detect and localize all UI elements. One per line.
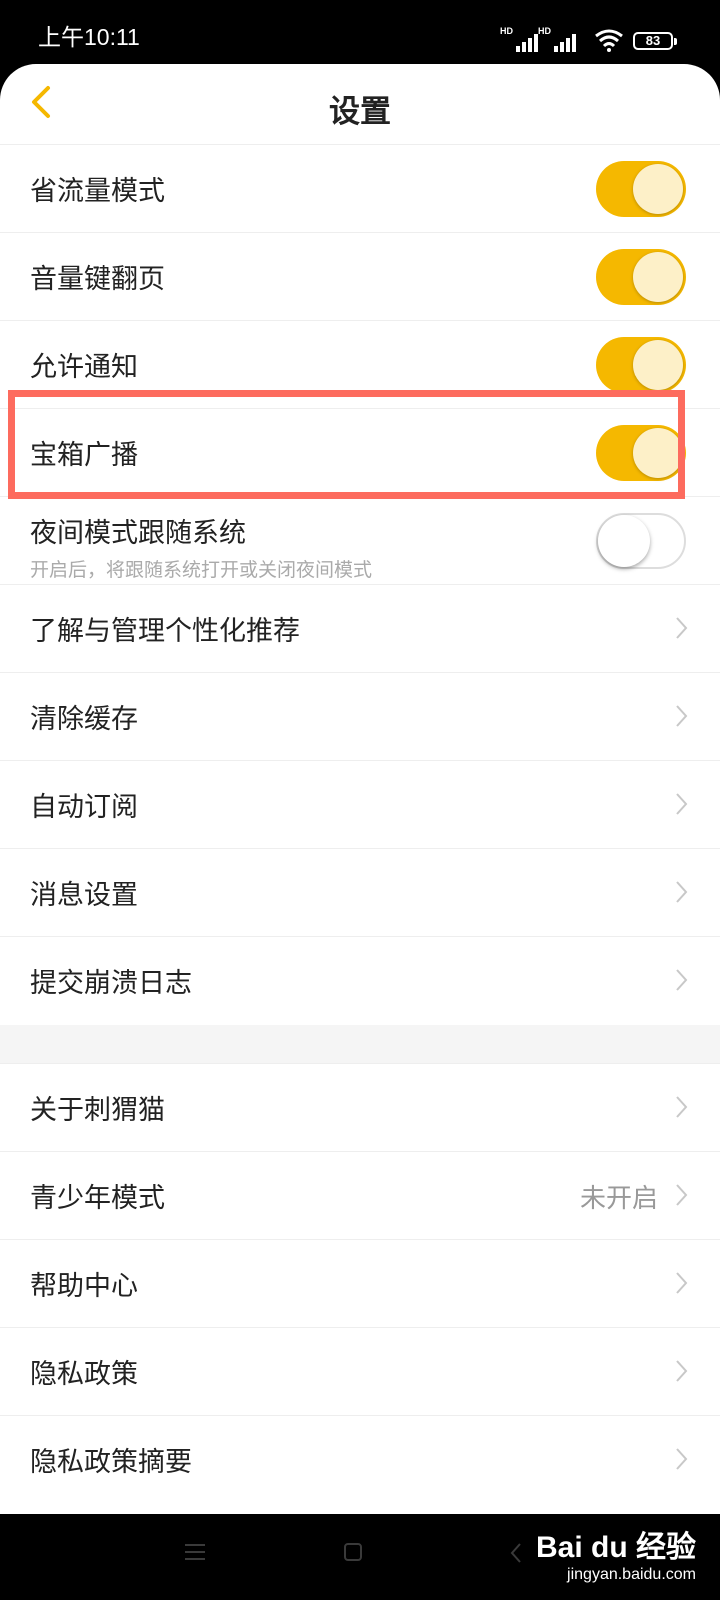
treasure-broadcast-toggle[interactable] <box>596 425 686 481</box>
chevron-right-icon <box>676 793 688 815</box>
menu-item-help-center[interactable]: 帮助中心 <box>0 1240 720 1328</box>
watermark-main: Bai du 经验 <box>535 1531 696 1564</box>
signal-icon-1: HD <box>500 26 540 52</box>
menu-label: 帮助中心 <box>30 1271 138 1302</box>
menu-icon[interactable] <box>184 1542 206 1562</box>
toggle-knob <box>633 164 683 214</box>
menu-label: 了解与管理个性化推荐 <box>30 616 300 647</box>
toggle-knob <box>633 252 683 302</box>
chevron-right-icon <box>676 1184 688 1206</box>
chevron-right-icon <box>676 969 688 991</box>
hd-label-1: HD <box>500 26 513 36</box>
clock: 上午10:11 <box>38 24 140 50</box>
teen-mode-status: 未开启 <box>579 1184 658 1214</box>
setting-row-treasure-broadcast: 宝箱广播 <box>0 409 720 497</box>
menu-label: 隐私政策摘要 <box>30 1447 192 1478</box>
night-mode-toggle[interactable] <box>596 513 686 569</box>
menu-item-clear-cache[interactable]: 清除缓存 <box>0 673 720 761</box>
menu-item-teen-mode[interactable]: 青少年模式 未开启 <box>0 1152 720 1240</box>
chevron-right-icon <box>676 705 688 727</box>
menu-label: 提交崩溃日志 <box>30 968 192 999</box>
menu-item-about[interactable]: 关于刺猬猫 <box>0 1064 720 1152</box>
chevron-right-icon <box>676 1360 688 1382</box>
toggle-knob <box>633 340 683 390</box>
chevron-right-icon <box>676 1096 688 1118</box>
setting-label: 音量键翻页 <box>30 264 165 295</box>
menu-label: 青少年模式 <box>30 1183 165 1214</box>
system-nav-bar: Bai du 经验 jingyan.baidu.com <box>0 1514 720 1600</box>
notifications-toggle[interactable] <box>596 337 686 393</box>
setting-row-volume-key: 音量键翻页 <box>0 233 720 321</box>
menu-label: 清除缓存 <box>30 704 138 735</box>
battery-icon: 83 <box>633 32 677 50</box>
battery-level: 83 <box>645 33 661 48</box>
menu-item-crash-log[interactable]: 提交崩溃日志 <box>0 937 720 1025</box>
menu-label: 消息设置 <box>30 880 138 911</box>
page-title: 设置 <box>329 94 391 130</box>
menu-item-privacy-policy[interactable]: 隐私政策 <box>0 1328 720 1416</box>
menu-item-auto-subscribe[interactable]: 自动订阅 <box>0 761 720 849</box>
setting-label: 夜间模式跟随系统 <box>30 518 246 549</box>
setting-sublabel: 开启后，将跟随系统打开或关闭夜间模式 <box>30 559 373 581</box>
chevron-right-icon <box>676 1272 688 1294</box>
header: 设置 <box>0 64 720 145</box>
menu-item-privacy-summary[interactable]: 隐私政策摘要 <box>0 1416 720 1504</box>
menu-label: 自动订阅 <box>30 792 138 823</box>
back-icon[interactable] <box>508 1542 524 1564</box>
chevron-right-icon <box>676 617 688 639</box>
chevron-right-icon <box>676 1448 688 1470</box>
setting-row-night-mode: 夜间模式跟随系统 开启后，将跟随系统打开或关闭夜间模式 <box>0 497 720 585</box>
setting-label: 省流量模式 <box>30 176 165 207</box>
signal-icon-2: HD <box>538 26 578 52</box>
setting-row-notifications: 允许通知 <box>0 321 720 409</box>
data-saving-toggle[interactable] <box>596 161 686 217</box>
status-bar: 上午10:11 HD HD 83 <box>0 0 720 64</box>
watermark-sub: jingyan.baidu.com <box>567 1566 696 1583</box>
setting-label: 宝箱广播 <box>30 440 138 471</box>
chevron-right-icon <box>676 881 688 903</box>
toggle-knob <box>598 515 650 567</box>
menu-label: 关于刺猬猫 <box>30 1095 165 1126</box>
section-divider <box>0 1025 720 1064</box>
menu-item-personalization[interactable]: 了解与管理个性化推荐 <box>0 585 720 673</box>
setting-label: 允许通知 <box>30 352 138 383</box>
setting-row-data-saving: 省流量模式 <box>0 145 720 233</box>
home-icon[interactable] <box>343 1542 363 1562</box>
toggle-knob <box>633 428 683 478</box>
settings-panel: 设置 省流量模式 音量键翻页 允许通知 宝箱广播 夜间模式跟随系统 开启后，将跟… <box>0 64 720 1514</box>
volume-key-toggle[interactable] <box>596 249 686 305</box>
wifi-icon <box>595 29 623 52</box>
hd-label-2: HD <box>538 26 551 36</box>
baidu-watermark: Bai du 经验 jingyan.baidu.com <box>536 1522 696 1584</box>
menu-item-message-settings[interactable]: 消息设置 <box>0 849 720 937</box>
menu-label: 隐私政策 <box>30 1359 138 1390</box>
